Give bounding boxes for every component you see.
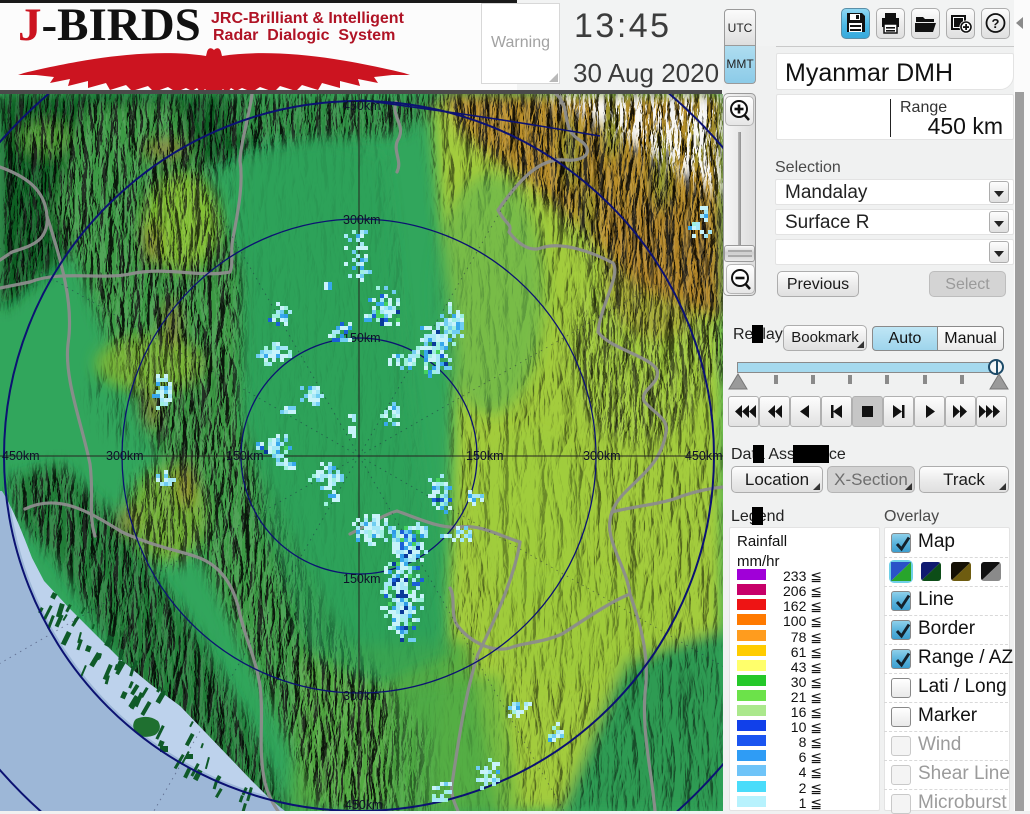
svg-text:450km: 450km — [345, 798, 383, 811]
svg-text:300km: 300km — [106, 449, 144, 463]
svg-text:?: ? — [992, 16, 1000, 31]
svg-text:300km: 300km — [343, 213, 381, 227]
svg-text:150km: 150km — [466, 449, 504, 463]
svg-text:450km: 450km — [343, 99, 381, 113]
svg-text:150km: 150km — [226, 449, 264, 463]
svg-text:300km: 300km — [583, 449, 621, 463]
svg-text:450km: 450km — [685, 449, 723, 463]
svg-text:450km: 450km — [2, 449, 40, 463]
svg-text:150km: 150km — [343, 572, 381, 586]
svg-text:300km: 300km — [343, 689, 381, 703]
